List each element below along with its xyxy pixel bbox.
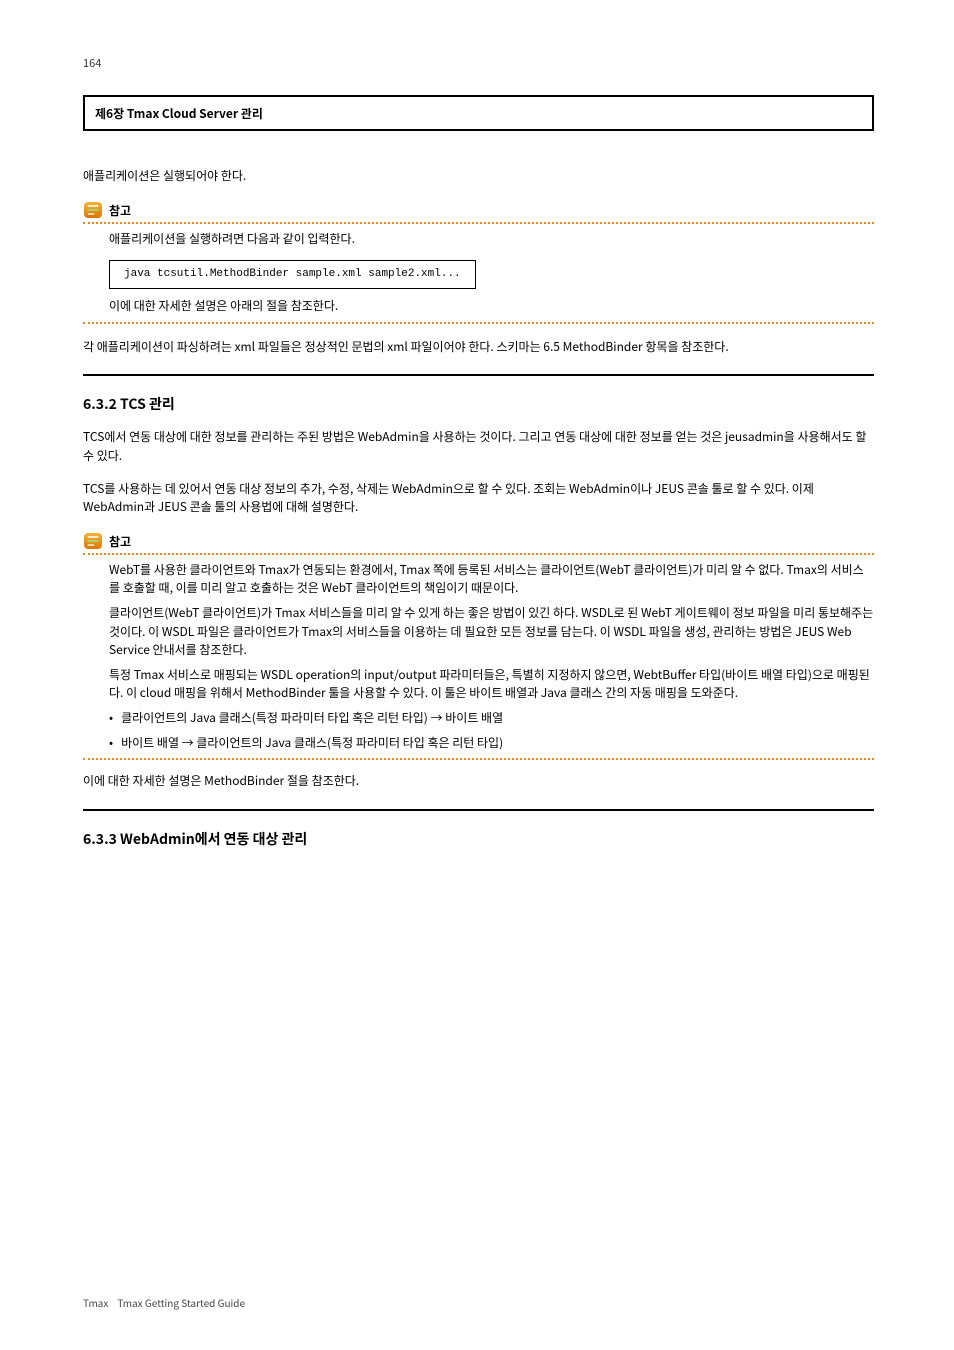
intro-paragraph: 애플리케이션은 실행되어야 한다. [83,167,874,186]
footer: Tmax Tmax Getting Started Guide [83,1295,245,1310]
note-label: 참고 [109,533,131,551]
note-label: 참고 [109,202,131,220]
divider-followup-paragraph: 각 애플리케이션이 파싱하려는 xml 파일들은 정상적인 문법의 xml 파일… [83,338,874,357]
after-note-paragraph: 이에 대한 자세한 설명은 MethodBinder 절을 참조한다. [83,772,874,791]
chapter-title-box: 제6장 Tmax Cloud Server 관리 [83,95,874,131]
note-icon [83,200,103,220]
section-divider [83,809,874,811]
footer-product: Tmax [83,1295,108,1310]
note-body-text: 애플리케이션을 실행하려면 다음과 같이 입력한다. [109,230,874,249]
code-command-box: java tcsutil.MethodBinder sample.xml sam… [109,260,476,289]
page-number: 164 [83,55,874,71]
section-divider [83,374,874,376]
bullet-text: 클라이언트의 Java 클래스(특정 파라미터 타입 혹은 리턴 타입) → 바… [121,709,503,728]
note2-bullet-1: • 클라이언트의 Java 클래스(특정 파라미터 타입 혹은 리턴 타입) →… [109,709,874,728]
note-block-1: 참고 애플리케이션을 실행하려면 다음과 같이 입력한다. java tcsut… [83,200,874,324]
note2-para3: 특정 Tmax 서비스로 매핑되는 WSDL operation의 input/… [109,666,874,703]
section2-para2: TCS를 사용하는 데 있어서 연동 대상 정보의 추가, 수정, 삭제는 We… [83,480,874,517]
bullet-text: 바이트 배열 → 클라이언트의 Java 클래스(특정 파라미터 타입 혹은 리… [121,734,503,753]
footer-doc: Tmax Getting Started Guide [117,1295,245,1310]
section2-para1: TCS에서 연동 대상에 대한 정보를 관리하는 주된 방법은 WebAdmin… [83,428,874,465]
note2-bullet-2: • 바이트 배열 → 클라이언트의 Java 클래스(특정 파라미터 타입 혹은… [109,734,874,753]
note-icon [83,531,103,551]
bullet-marker: • [109,734,113,753]
section-heading-6-3-3: 6.3.3 WebAdmin에서 연동 대상 관리 [83,829,874,849]
section-heading-6-3-2: 6.3.2 TCS 관리 [83,394,874,414]
note2-para1: WebT를 사용한 클라이언트와 Tmax가 연동되는 환경에서, Tmax 쪽… [109,561,874,598]
note2-para2: 클라이언트(WebT 클라이언트)가 Tmax 서비스들을 미리 알 수 있게 … [109,604,874,660]
note-block-2: 참고 WebT를 사용한 클라이언트와 Tmax가 연동되는 환경에서, Tma… [83,531,874,760]
note-tail-text: 이에 대한 자세한 설명은 아래의 절을 참조한다. [109,297,874,316]
bullet-marker: • [109,709,113,728]
